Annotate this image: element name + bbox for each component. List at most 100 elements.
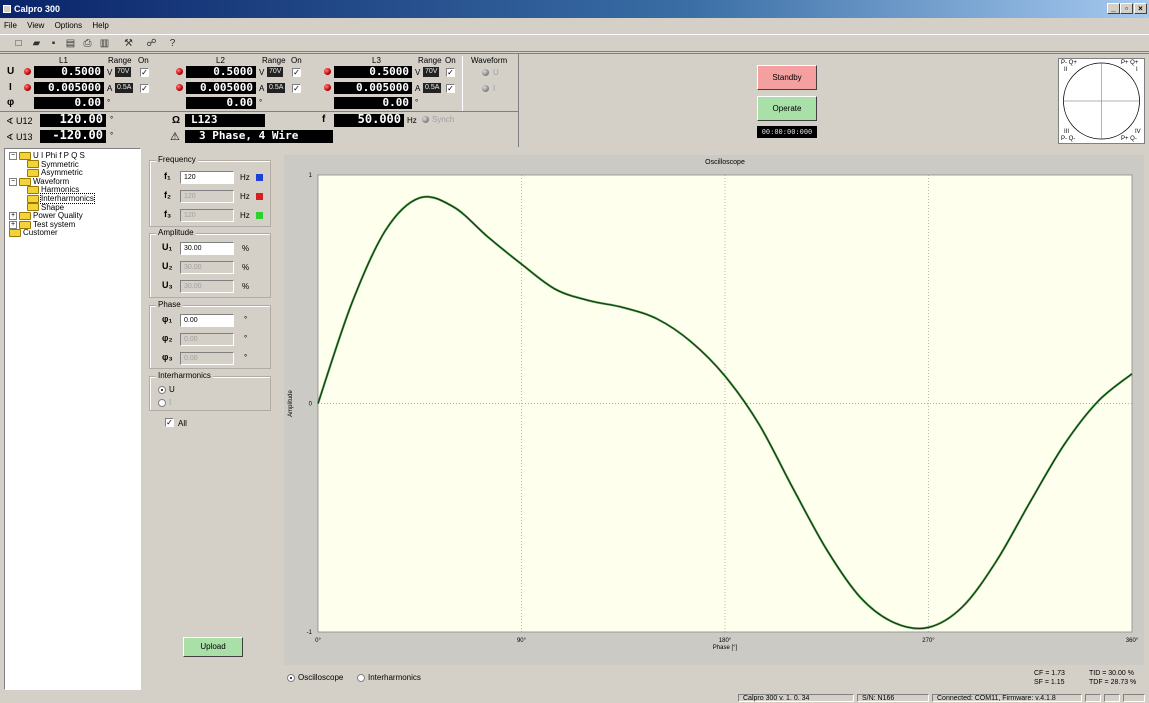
u3-unit: % bbox=[242, 282, 250, 291]
waveform-u-label: U bbox=[493, 68, 499, 77]
status-panel-3 bbox=[1123, 694, 1145, 702]
view-oscilloscope-label: Oscilloscope bbox=[298, 673, 344, 682]
f3-color-swatch bbox=[256, 212, 263, 219]
l3-u-on-checkbox[interactable]: ✓ bbox=[446, 68, 455, 77]
u13-angle-label: ∢ U13 bbox=[6, 132, 33, 142]
maximize-button[interactable]: ▫ bbox=[1120, 3, 1133, 14]
l2-i-display[interactable]: 0.005000 bbox=[186, 82, 256, 94]
l1-i-led bbox=[24, 84, 31, 91]
l2-i-on-checkbox[interactable]: ✓ bbox=[292, 84, 301, 93]
help-icon[interactable]: ? bbox=[166, 37, 179, 50]
on-label: On bbox=[445, 56, 456, 65]
u1-unit: % bbox=[242, 244, 250, 253]
l2-u-on-checkbox[interactable]: ✓ bbox=[292, 68, 301, 77]
phase-l2-group: L2 Range On 0.5000 V 70V ✓ 0.005000 A 0.… bbox=[166, 56, 316, 114]
l1-u-display[interactable]: 0.5000 bbox=[34, 66, 104, 78]
oscilloscope-chart[interactable]: Oscilloscope 0° 90° 180° 270° 360° 1 0 -1 Phase [… bbox=[284, 155, 1144, 665]
shape-factor: SF = 1.15 bbox=[1034, 679, 1065, 686]
navigation-tree: − U I Phi f P Q S Symmetric Asymmetric − Wave… bbox=[4, 148, 141, 690]
u13-angle-display[interactable]: -120.00 bbox=[40, 129, 106, 143]
measurement-panel: L1 Range On U 0.5000 V 70V ✓ I 0.005000 … bbox=[0, 53, 1149, 147]
close-button[interactable]: × bbox=[1134, 3, 1147, 14]
amplitude-group-title: Amplitude bbox=[156, 228, 196, 237]
l2-i-led bbox=[176, 84, 183, 91]
new-icon[interactable]: □ bbox=[12, 37, 25, 50]
tid-value: TID = 30.00 % bbox=[1089, 670, 1134, 677]
view-interharmonics-radio[interactable] bbox=[357, 674, 365, 682]
u2-label: U₂ bbox=[162, 261, 173, 271]
l2-phi-display[interactable]: 0.00 bbox=[186, 97, 256, 109]
u12-angle-display[interactable]: 120.00 bbox=[40, 113, 106, 127]
settings-icon[interactable]: ⚒ bbox=[122, 37, 135, 50]
phi1-input[interactable]: 0.00 bbox=[180, 314, 234, 327]
quadrant-4-numeral: IV bbox=[1135, 129, 1141, 135]
menu-bar: File View Options Help bbox=[0, 18, 1149, 34]
x-tick-label: 90° bbox=[517, 638, 527, 644]
l3-i-led bbox=[324, 84, 331, 91]
f2-input[interactable]: 120 bbox=[180, 190, 234, 203]
x-tick-label: 270° bbox=[922, 638, 935, 644]
collapse-icon[interactable]: − bbox=[9, 177, 17, 186]
frequency-display[interactable]: 50.000 bbox=[334, 113, 404, 127]
l2-u-range[interactable]: 70V bbox=[267, 67, 284, 77]
l3-u-display[interactable]: 0.5000 bbox=[334, 66, 412, 78]
l2-u-display[interactable]: 0.5000 bbox=[186, 66, 256, 78]
page-icon[interactable]: ▤ bbox=[64, 37, 77, 50]
phi3-unit: ° bbox=[244, 353, 248, 362]
l1-u-led bbox=[24, 68, 31, 75]
y-tick-label: -1 bbox=[307, 630, 313, 636]
l1-i-on-checkbox[interactable]: ✓ bbox=[140, 84, 149, 93]
print-icon[interactable]: ⎙ bbox=[81, 37, 94, 50]
wiring-display[interactable]: 3 Phase, 4 Wire bbox=[185, 130, 333, 143]
phi2-input[interactable]: 0.00 bbox=[180, 333, 234, 346]
status-panel-2 bbox=[1104, 694, 1120, 702]
f1-input[interactable]: 120 bbox=[180, 171, 234, 184]
menu-options[interactable]: Options bbox=[55, 21, 83, 30]
menu-view[interactable]: View bbox=[27, 21, 44, 30]
menu-file[interactable]: File bbox=[4, 21, 17, 30]
tree-item[interactable]: Customer bbox=[9, 228, 58, 238]
source-u-radio[interactable] bbox=[158, 386, 166, 394]
phi1-unit: ° bbox=[244, 315, 248, 324]
l3-i-on-checkbox[interactable]: ✓ bbox=[446, 84, 455, 93]
f3-input[interactable]: 120 bbox=[180, 209, 234, 222]
l3-i-display[interactable]: 0.005000 bbox=[334, 82, 412, 94]
tree-item-label: Customer bbox=[23, 228, 58, 238]
minimize-button[interactable]: _ bbox=[1107, 3, 1120, 14]
l3-u-range[interactable]: 70V bbox=[423, 67, 440, 77]
l1-i-display[interactable]: 0.005000 bbox=[34, 82, 104, 94]
open-icon[interactable]: ▰ bbox=[30, 37, 43, 50]
operate-button[interactable]: Operate bbox=[757, 96, 817, 121]
u2-input[interactable]: 30.00 bbox=[180, 261, 234, 274]
window-title: Calpro 300 bbox=[14, 4, 61, 14]
l2-i-range[interactable]: 0.5A bbox=[267, 83, 286, 93]
interharmonics-source-group: Interharmonics U I bbox=[149, 371, 271, 411]
l1-phi-display[interactable]: 0.00 bbox=[34, 97, 104, 109]
f2-label: f₂ bbox=[164, 190, 171, 200]
view-oscilloscope-radio[interactable] bbox=[287, 674, 295, 682]
menu-help[interactable]: Help bbox=[92, 21, 108, 30]
l1-u-range[interactable]: 70V bbox=[115, 67, 132, 77]
l1-u-on-checkbox[interactable]: ✓ bbox=[140, 68, 149, 77]
phi3-input[interactable]: 0.00 bbox=[180, 352, 234, 365]
source-i-radio[interactable] bbox=[158, 399, 166, 407]
collapse-icon[interactable]: − bbox=[9, 151, 17, 160]
phase-sequence-display[interactable]: L123 bbox=[185, 114, 265, 127]
deg-unit: ° bbox=[110, 115, 114, 124]
connect-icon[interactable]: ☍ bbox=[145, 37, 158, 50]
u1-input[interactable]: 30.00 bbox=[180, 242, 234, 255]
preview-icon[interactable]: ▥ bbox=[98, 37, 111, 50]
phase-group: Phase φ₁ 0.00 ° φ₂ 0.00 ° φ₃ 0.00 ° bbox=[149, 300, 271, 369]
save-icon[interactable]: ▪ bbox=[47, 37, 60, 50]
u3-input[interactable]: 30.00 bbox=[180, 280, 234, 293]
l3-phi-display[interactable]: 0.00 bbox=[334, 97, 412, 109]
x-tick-label: 360° bbox=[1126, 638, 1139, 644]
all-checkbox[interactable]: ✓ bbox=[165, 418, 174, 427]
l3-u-led bbox=[324, 68, 331, 75]
standby-button[interactable]: Standby bbox=[757, 65, 817, 90]
upload-button[interactable]: Upload bbox=[183, 637, 243, 657]
quadrant-2-label: P- Q+ bbox=[1061, 60, 1077, 66]
l1-i-range[interactable]: 0.5A bbox=[115, 83, 134, 93]
l3-u-unit: V bbox=[415, 68, 421, 77]
l3-i-range[interactable]: 0.5A bbox=[423, 83, 442, 93]
